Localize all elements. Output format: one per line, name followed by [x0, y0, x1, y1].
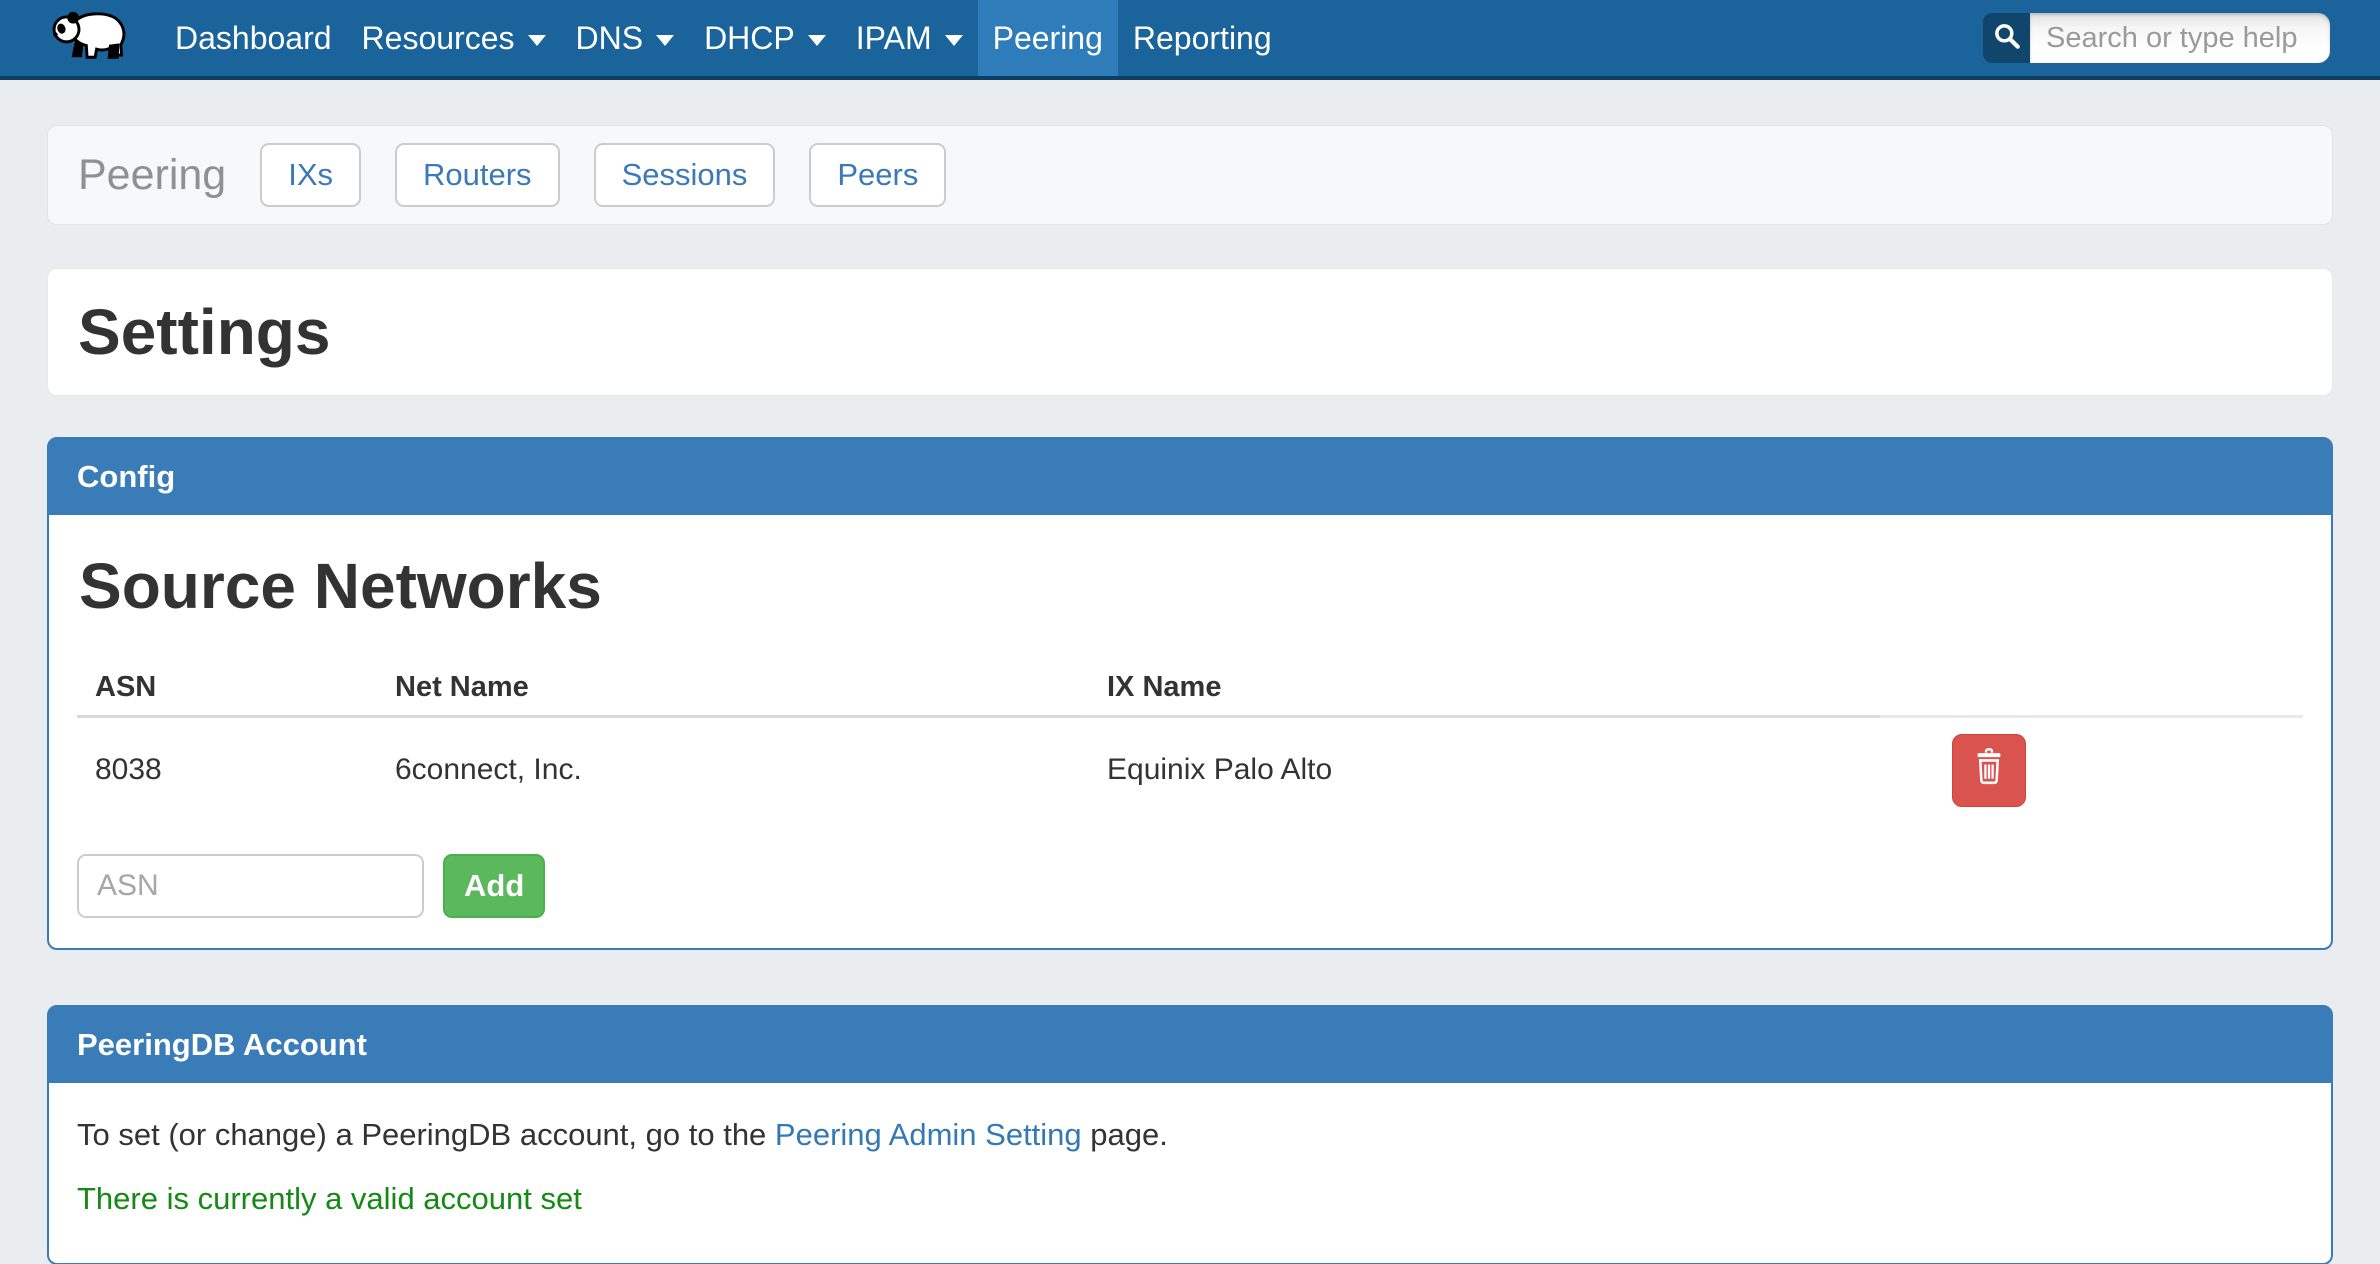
asn-input[interactable]	[77, 854, 424, 918]
peeringdb-instruction: To set (or change) a PeeringDB account, …	[77, 1117, 2303, 1153]
search-icon	[1991, 20, 2023, 57]
caret-down-icon	[945, 35, 963, 46]
global-search	[1983, 0, 2330, 76]
nav-item-reporting[interactable]: Reporting	[1118, 0, 1287, 76]
sessions-button[interactable]: Sessions	[594, 143, 776, 207]
ixs-button[interactable]: IXs	[260, 143, 361, 207]
column-header-net-name: Net Name	[395, 671, 1107, 704]
trash-icon	[1971, 746, 2007, 794]
peeringdb-panel-header: PeeringDB Account	[49, 1007, 2331, 1083]
nav-label: DNS	[576, 20, 644, 57]
column-header-ix-name: IX Name	[1107, 671, 1950, 704]
config-panel: Config Source Networks ASN Net Name IX N…	[47, 437, 2333, 950]
nav-label: Resources	[362, 20, 515, 57]
panda-logo	[46, 6, 134, 71]
account-status-message: There is currently a valid account set	[77, 1181, 2303, 1217]
page-content: Peering IXs Routers Sessions Peers Setti…	[0, 125, 2380, 1264]
nav-item-dhcp[interactable]: DHCP	[689, 0, 841, 76]
instruction-text-before: To set (or change) a PeeringDB account, …	[77, 1117, 775, 1152]
config-panel-body: Source Networks ASN Net Name IX Name 803…	[49, 515, 2331, 948]
search-input[interactable]	[2030, 13, 2330, 63]
brand-logo[interactable]	[46, 0, 134, 76]
top-navbar: Dashboard Resources DNS DHCP IPAM Peerin…	[0, 0, 2380, 80]
nav-label: Peering	[993, 20, 1103, 57]
peers-button[interactable]: Peers	[809, 143, 946, 207]
delete-source-network-button[interactable]	[1952, 734, 2026, 807]
table-header-row: ASN Net Name IX Name	[77, 659, 2303, 715]
instruction-text-after: page.	[1082, 1117, 1168, 1152]
search-button[interactable]	[1983, 13, 2030, 63]
peeringdb-panel-body: To set (or change) a PeeringDB account, …	[49, 1083, 2331, 1263]
main-nav: Dashboard Resources DNS DHCP IPAM Peerin…	[160, 0, 1287, 76]
config-panel-header: Config	[49, 439, 2331, 515]
settings-panel: Settings	[47, 268, 2333, 396]
nav-item-ipam[interactable]: IPAM	[841, 0, 978, 76]
cell-net-name: 6connect, Inc.	[395, 753, 1107, 787]
nav-label: IPAM	[856, 20, 932, 57]
nav-item-dashboard[interactable]: Dashboard	[160, 0, 347, 76]
table-row: 8038 6connect, Inc. Equinix Palo Alto	[77, 718, 2303, 818]
routers-button[interactable]: Routers	[395, 143, 560, 207]
add-button[interactable]: Add	[443, 854, 545, 918]
page-title: Peering	[78, 151, 226, 200]
cell-ix-name: Equinix Palo Alto	[1107, 753, 1950, 787]
cell-actions	[1950, 734, 2303, 807]
column-header-asn: ASN	[77, 671, 395, 704]
caret-down-icon	[808, 35, 826, 46]
caret-down-icon	[528, 35, 546, 46]
caret-down-icon	[656, 35, 674, 46]
cell-asn: 8038	[77, 753, 395, 787]
source-networks-heading: Source Networks	[77, 549, 2303, 623]
peering-toolbar: Peering IXs Routers Sessions Peers	[47, 125, 2333, 225]
settings-heading: Settings	[78, 295, 330, 369]
add-source-network-form: Add	[77, 854, 2303, 918]
nav-item-dns[interactable]: DNS	[561, 0, 690, 76]
nav-label: DHCP	[704, 20, 795, 57]
nav-item-peering[interactable]: Peering	[978, 0, 1118, 76]
nav-label: Dashboard	[175, 20, 332, 57]
nav-item-resources[interactable]: Resources	[347, 0, 561, 76]
peeringdb-panel: PeeringDB Account To set (or change) a P…	[47, 1005, 2333, 1264]
peering-admin-setting-link[interactable]: Peering Admin Setting	[775, 1117, 1082, 1152]
nav-label: Reporting	[1133, 20, 1272, 57]
